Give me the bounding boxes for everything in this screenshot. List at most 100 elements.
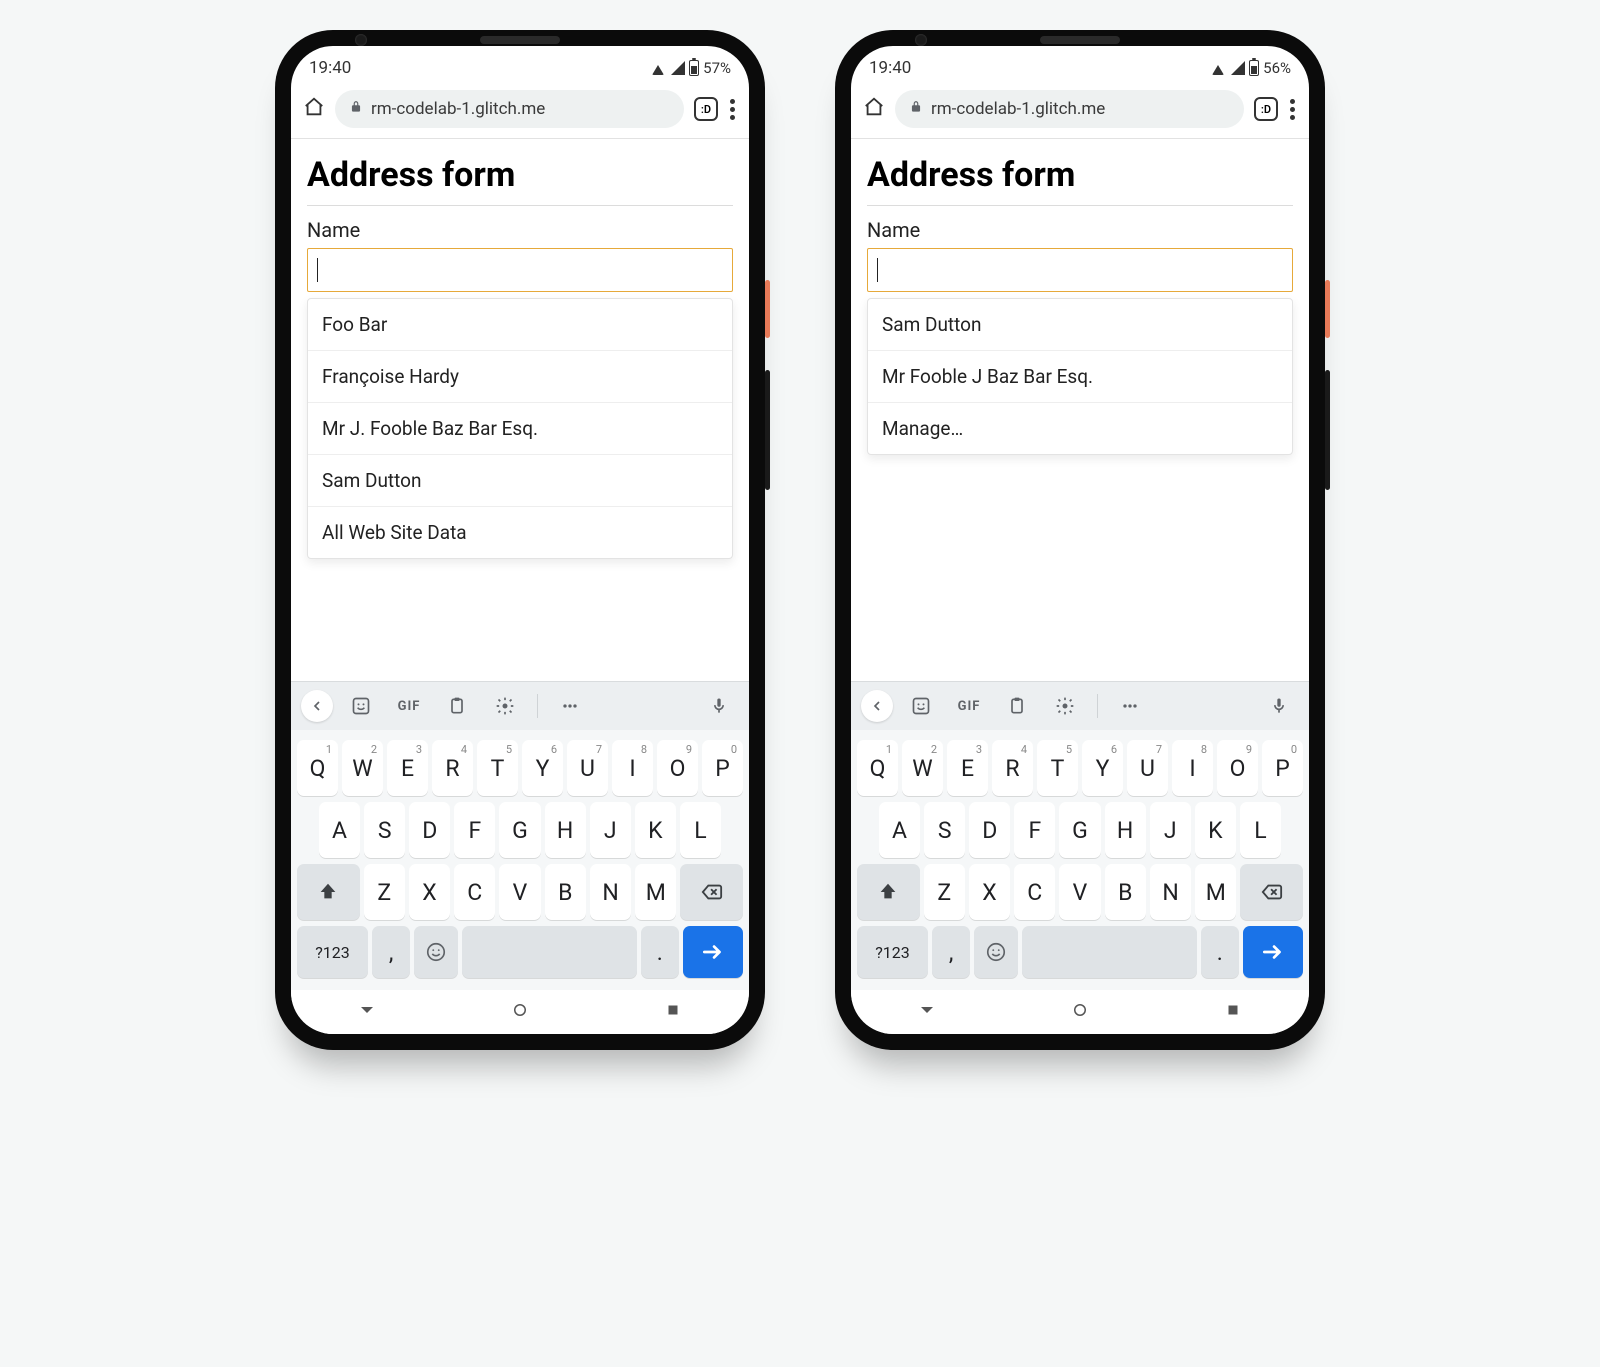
- key-J[interactable]: J: [590, 802, 631, 858]
- gear-icon[interactable]: [1045, 696, 1085, 716]
- key-Q[interactable]: Q1: [297, 740, 338, 796]
- key-I[interactable]: I8: [1172, 740, 1213, 796]
- autofill-suggestion[interactable]: All Web Site Data: [308, 506, 732, 558]
- key-H[interactable]: H: [1105, 802, 1146, 858]
- autofill-suggestion[interactable]: Sam Dutton: [868, 299, 1292, 350]
- overflow-menu-icon[interactable]: [1288, 99, 1297, 120]
- volume-button[interactable]: [1325, 370, 1330, 490]
- autofill-suggestion[interactable]: Sam Dutton: [308, 454, 732, 506]
- key-K[interactable]: K: [1195, 802, 1236, 858]
- home-icon[interactable]: [863, 96, 885, 122]
- key-O[interactable]: O9: [1217, 740, 1258, 796]
- enter-key[interactable]: [1243, 926, 1303, 978]
- key-Y[interactable]: Y6: [522, 740, 563, 796]
- more-icon[interactable]: [550, 696, 590, 716]
- key-D[interactable]: D: [969, 802, 1010, 858]
- key-M[interactable]: M: [635, 864, 676, 920]
- key-W[interactable]: W2: [342, 740, 383, 796]
- key-R[interactable]: R4: [992, 740, 1033, 796]
- volume-button[interactable]: [765, 370, 770, 490]
- key-J[interactable]: J: [1150, 802, 1191, 858]
- power-button[interactable]: [765, 280, 770, 338]
- key-B[interactable]: B: [545, 864, 586, 920]
- power-button[interactable]: [1325, 280, 1330, 338]
- comma-key[interactable]: ,: [372, 926, 410, 978]
- keyboard-collapse-icon[interactable]: [301, 690, 333, 722]
- shift-key[interactable]: [857, 864, 920, 920]
- more-icon[interactable]: [1110, 696, 1150, 716]
- symbols-key[interactable]: ?123: [857, 926, 928, 978]
- autofill-suggestion[interactable]: Françoise Hardy: [308, 350, 732, 402]
- key-M[interactable]: M: [1195, 864, 1236, 920]
- key-S[interactable]: S: [364, 802, 405, 858]
- key-H[interactable]: H: [545, 802, 586, 858]
- key-A[interactable]: A: [879, 802, 920, 858]
- autofill-suggestion[interactable]: Mr J. Fooble Baz Bar Esq.: [308, 402, 732, 454]
- nav-recents-icon[interactable]: [1224, 1001, 1242, 1023]
- autofill-suggestion[interactable]: Foo Bar: [308, 299, 732, 350]
- space-key[interactable]: [462, 926, 637, 978]
- key-E[interactable]: E3: [947, 740, 988, 796]
- key-T[interactable]: T5: [1037, 740, 1078, 796]
- key-I[interactable]: I8: [612, 740, 653, 796]
- symbols-key[interactable]: ?123: [297, 926, 368, 978]
- key-F[interactable]: F: [1014, 802, 1055, 858]
- key-C[interactable]: C: [1014, 864, 1055, 920]
- emoji-key[interactable]: [414, 926, 458, 978]
- key-R[interactable]: R4: [432, 740, 473, 796]
- comma-key[interactable]: ,: [932, 926, 970, 978]
- key-L[interactable]: L: [1240, 802, 1281, 858]
- url-bar[interactable]: rm-codelab-1.glitch.me: [895, 90, 1244, 128]
- clipboard-icon[interactable]: [997, 696, 1037, 716]
- gif-icon[interactable]: GIF: [949, 699, 989, 714]
- nav-home-icon[interactable]: [1071, 1001, 1089, 1023]
- tab-switcher-icon[interactable]: :D: [694, 97, 718, 121]
- nav-home-icon[interactable]: [511, 1001, 529, 1023]
- key-Q[interactable]: Q1: [857, 740, 898, 796]
- key-F[interactable]: F: [454, 802, 495, 858]
- backspace-key[interactable]: [1240, 864, 1303, 920]
- key-W[interactable]: W2: [902, 740, 943, 796]
- key-N[interactable]: N: [1150, 864, 1191, 920]
- key-U[interactable]: U7: [1127, 740, 1168, 796]
- key-A[interactable]: A: [319, 802, 360, 858]
- shift-key[interactable]: [297, 864, 360, 920]
- key-X[interactable]: X: [969, 864, 1010, 920]
- period-key[interactable]: .: [1201, 926, 1239, 978]
- key-G[interactable]: G: [1059, 802, 1100, 858]
- key-K[interactable]: K: [635, 802, 676, 858]
- key-V[interactable]: V: [499, 864, 540, 920]
- key-B[interactable]: B: [1105, 864, 1146, 920]
- home-icon[interactable]: [303, 96, 325, 122]
- key-S[interactable]: S: [924, 802, 965, 858]
- key-G[interactable]: G: [499, 802, 540, 858]
- key-P[interactable]: P0: [1262, 740, 1303, 796]
- autofill-suggestion[interactable]: Mr Fooble J Baz Bar Esq.: [868, 350, 1292, 402]
- sticker-icon[interactable]: [341, 696, 381, 716]
- mic-icon[interactable]: [699, 696, 739, 716]
- key-P[interactable]: P0: [702, 740, 743, 796]
- key-D[interactable]: D: [409, 802, 450, 858]
- key-Y[interactable]: Y6: [1082, 740, 1123, 796]
- nav-recents-icon[interactable]: [664, 1001, 682, 1023]
- overflow-menu-icon[interactable]: [728, 99, 737, 120]
- keyboard-collapse-icon[interactable]: [861, 690, 893, 722]
- space-key[interactable]: [1022, 926, 1197, 978]
- nav-back-icon[interactable]: [918, 1001, 936, 1023]
- mic-icon[interactable]: [1259, 696, 1299, 716]
- autofill-suggestion[interactable]: Manage…: [868, 402, 1292, 454]
- gif-icon[interactable]: GIF: [389, 699, 429, 714]
- key-C[interactable]: C: [454, 864, 495, 920]
- sticker-icon[interactable]: [901, 696, 941, 716]
- key-V[interactable]: V: [1059, 864, 1100, 920]
- key-L[interactable]: L: [680, 802, 721, 858]
- url-bar[interactable]: rm-codelab-1.glitch.me: [335, 90, 684, 128]
- name-input[interactable]: [867, 248, 1293, 292]
- period-key[interactable]: .: [641, 926, 679, 978]
- tab-switcher-icon[interactable]: :D: [1254, 97, 1278, 121]
- key-X[interactable]: X: [409, 864, 450, 920]
- key-Z[interactable]: Z: [364, 864, 405, 920]
- key-O[interactable]: O9: [657, 740, 698, 796]
- nav-back-icon[interactable]: [358, 1001, 376, 1023]
- key-E[interactable]: E3: [387, 740, 428, 796]
